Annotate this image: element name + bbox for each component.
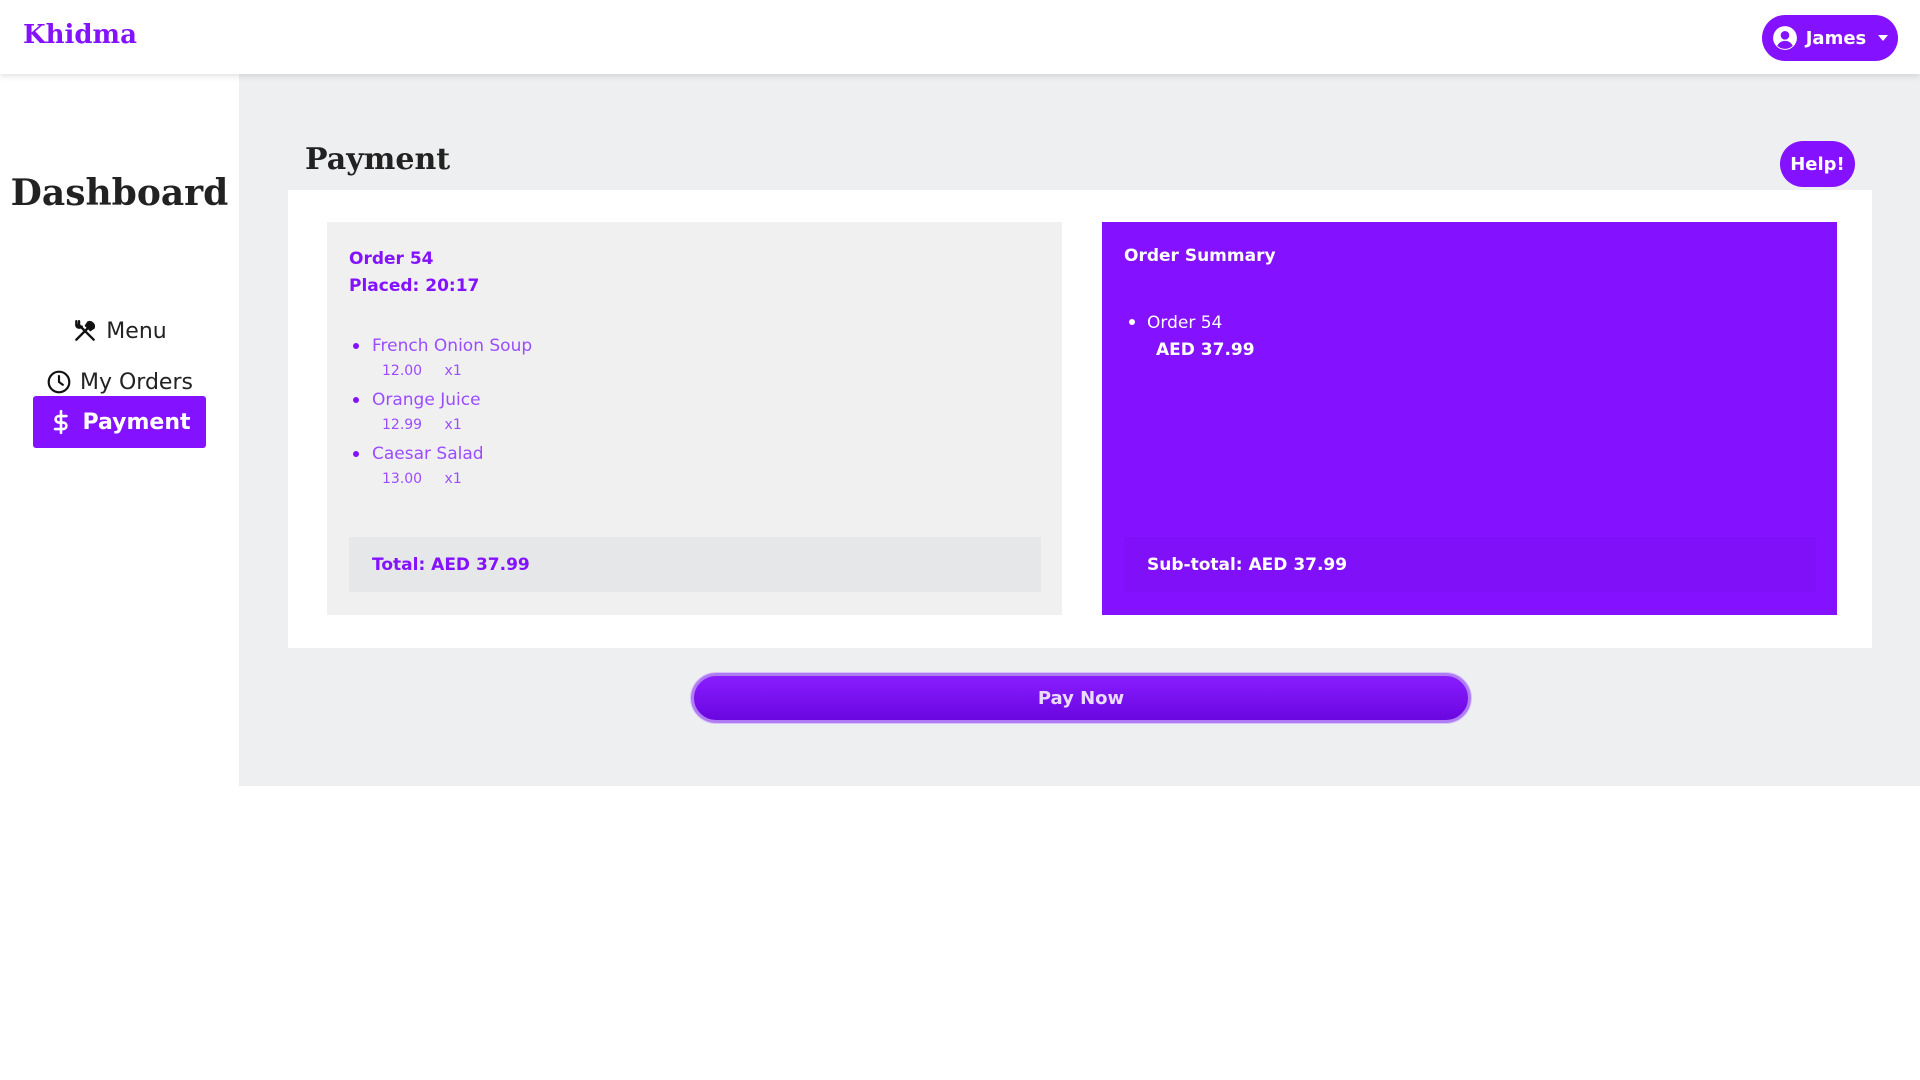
pay-now-button[interactable]: Pay Now: [691, 673, 1471, 723]
item-name: Orange Juice: [372, 390, 481, 410]
user-circle-icon: [1772, 26, 1797, 50]
item-meta: 12.99 x1: [372, 412, 532, 438]
order-placed-time: Placed: 20:17: [349, 276, 480, 296]
order-summary-panel: Order Summary Order 54 AED 37.99 Sub-tot…: [1102, 222, 1837, 615]
sidebar-item-menu[interactable]: Menu: [33, 305, 206, 357]
order-total: Total: AED 37.99: [349, 537, 1041, 592]
sidebar-item-payment[interactable]: Payment: [33, 396, 206, 448]
payment-card: Order 54 Placed: 20:17 French Onion Soup…: [288, 190, 1872, 648]
item-name: French Onion Soup: [372, 336, 533, 356]
summary-order-name: Order 54: [1147, 313, 1223, 333]
sidebar-item-label: Menu: [106, 318, 167, 344]
item-quantity: x1: [444, 471, 462, 487]
list-item: Caesar Salad 13.00 x1: [349, 442, 532, 492]
dollar-icon: [54, 409, 69, 435]
summary-order-amount: AED 37.99: [1156, 340, 1255, 360]
sidebar-item-label: My Orders: [80, 369, 193, 395]
clock-icon: [47, 370, 71, 394]
list-item: French Onion Soup 12.00 x1: [349, 334, 532, 384]
item-price: 12.00: [382, 363, 423, 379]
sidebar-item-label: Payment: [82, 409, 191, 435]
order-items-list: French Onion Soup 12.00 x1 Orange Juice …: [349, 334, 532, 496]
top-navbar: Khidma James: [0, 0, 1920, 74]
order-details-panel: Order 54 Placed: 20:17 French Onion Soup…: [327, 222, 1062, 615]
user-name: James: [1805, 27, 1867, 49]
item-meta: 12.00 x1: [372, 358, 532, 384]
item-quantity: x1: [444, 363, 462, 379]
list-item: Orange Juice 12.99 x1: [349, 388, 532, 438]
order-header: Order 54 Placed: 20:17: [349, 246, 479, 300]
order-number: Order 54: [349, 249, 434, 269]
list-item: Order 54 AED 37.99: [1124, 310, 1255, 364]
item-price: 12.99: [382, 417, 423, 433]
item-price: 13.00: [382, 471, 423, 487]
chevron-down-icon: [1878, 35, 1889, 41]
sidebar: Dashboard Menu My Orders Payment: [0, 74, 239, 786]
item-name: Caesar Salad: [372, 444, 484, 464]
sidebar-title: Dashboard: [10, 172, 229, 214]
help-button[interactable]: Help!: [1780, 141, 1855, 187]
brand-logo[interactable]: Khidma: [23, 20, 137, 50]
item-meta: 13.00 x1: [372, 466, 532, 492]
main-content: Payment Help! Order 54 Placed: 20:17 Fre…: [239, 74, 1920, 786]
item-quantity: x1: [444, 417, 462, 433]
summary-title: Order Summary: [1124, 246, 1276, 266]
utensils-icon: [75, 320, 96, 341]
summary-list: Order 54 AED 37.99: [1124, 310, 1255, 364]
user-menu-button[interactable]: James: [1762, 15, 1898, 61]
page-title: Payment: [305, 142, 451, 177]
summary-subtotal: Sub-total: AED 37.99: [1124, 537, 1816, 592]
